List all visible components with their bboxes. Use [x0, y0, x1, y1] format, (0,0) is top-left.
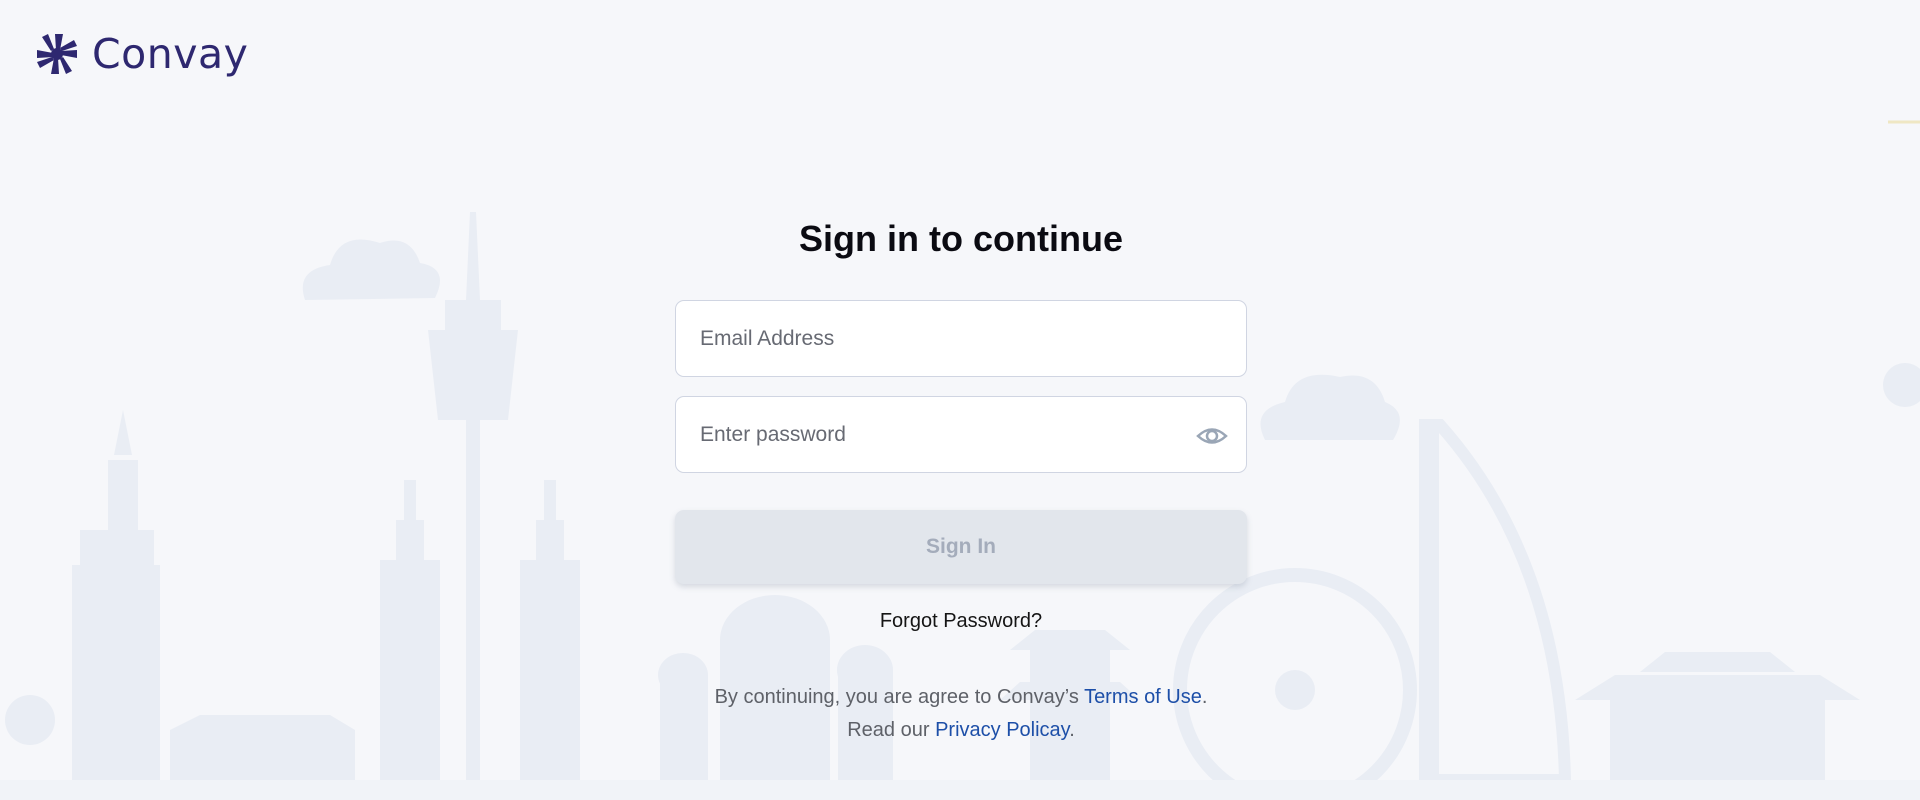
sign-in-form: Sign in to continue Sign In Forgot Passw… — [675, 212, 1247, 747]
page-title: Sign in to continue — [799, 218, 1123, 259]
sign-in-button[interactable]: Sign In — [675, 510, 1247, 584]
password-input[interactable] — [676, 397, 1246, 472]
legal-notice: By continuing, you are agree to Convay’s… — [675, 681, 1247, 747]
terms-line: By continuing, you are agree to Convay’s… — [675, 681, 1247, 714]
terms-prefix: By continuing, you are agree to Convay’s — [714, 686, 1085, 708]
brand-name: Convay — [92, 30, 249, 78]
privacy-suffix: . — [1069, 719, 1075, 741]
terms-suffix: . — [1201, 686, 1208, 708]
eye-icon[interactable] — [1196, 421, 1228, 451]
header: Convay — [34, 30, 248, 78]
password-field-container — [675, 396, 1247, 473]
privacy-policy-link[interactable]: Privacy Policay — [935, 719, 1069, 741]
email-input[interactable] — [676, 301, 1246, 376]
privacy-line: Read our Privacy Policay. — [675, 714, 1247, 747]
terms-of-use-link[interactable]: Terms of Use — [1084, 686, 1202, 708]
forgot-password-link[interactable]: Forgot Password? — [880, 610, 1042, 633]
email-field-container — [675, 300, 1247, 377]
privacy-prefix: Read our — [847, 719, 936, 741]
convay-logo-icon — [37, 34, 77, 74]
